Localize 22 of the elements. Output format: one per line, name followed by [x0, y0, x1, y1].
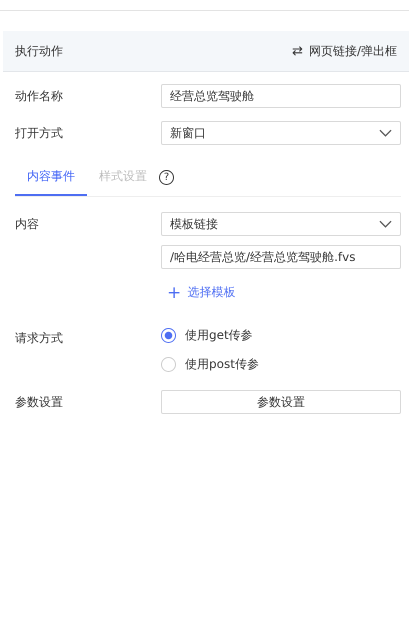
radio-button[interactable]	[161, 357, 176, 372]
select-template-link[interactable]: + 选择模板	[161, 278, 401, 301]
field-label: 参数设置	[15, 394, 64, 410]
radio-button[interactable]	[161, 328, 176, 343]
field-label: 动作名称	[15, 88, 64, 104]
action-type: 网页链接/弹出框	[308, 42, 397, 60]
dropdown[interactable]: 模板链接	[161, 212, 401, 236]
caret-icon	[379, 129, 392, 137]
params-button[interactable]: 参数设置	[161, 390, 401, 414]
field-label: 请求方式	[15, 330, 64, 347]
dropdown[interactable]: 新窗口	[161, 121, 401, 145]
radio-label: 使用post传参	[185, 356, 259, 373]
field-label: 内容	[15, 216, 40, 233]
caret-icon	[379, 220, 392, 228]
radio-label: 使用get传参	[185, 327, 253, 344]
help-icon[interactable]: ?	[159, 170, 174, 184]
field-label: 打开方式	[15, 124, 64, 142]
section-title: 执行动作	[15, 42, 63, 60]
input-field[interactable]: 经营总览驾驶舱	[161, 84, 401, 108]
swap-icon: ⇄	[292, 44, 303, 58]
tab[interactable]: 内容事件	[15, 158, 87, 196]
input-field[interactable]: /哈电经营总览/经营总览驾驶舱.fvs	[161, 245, 401, 269]
